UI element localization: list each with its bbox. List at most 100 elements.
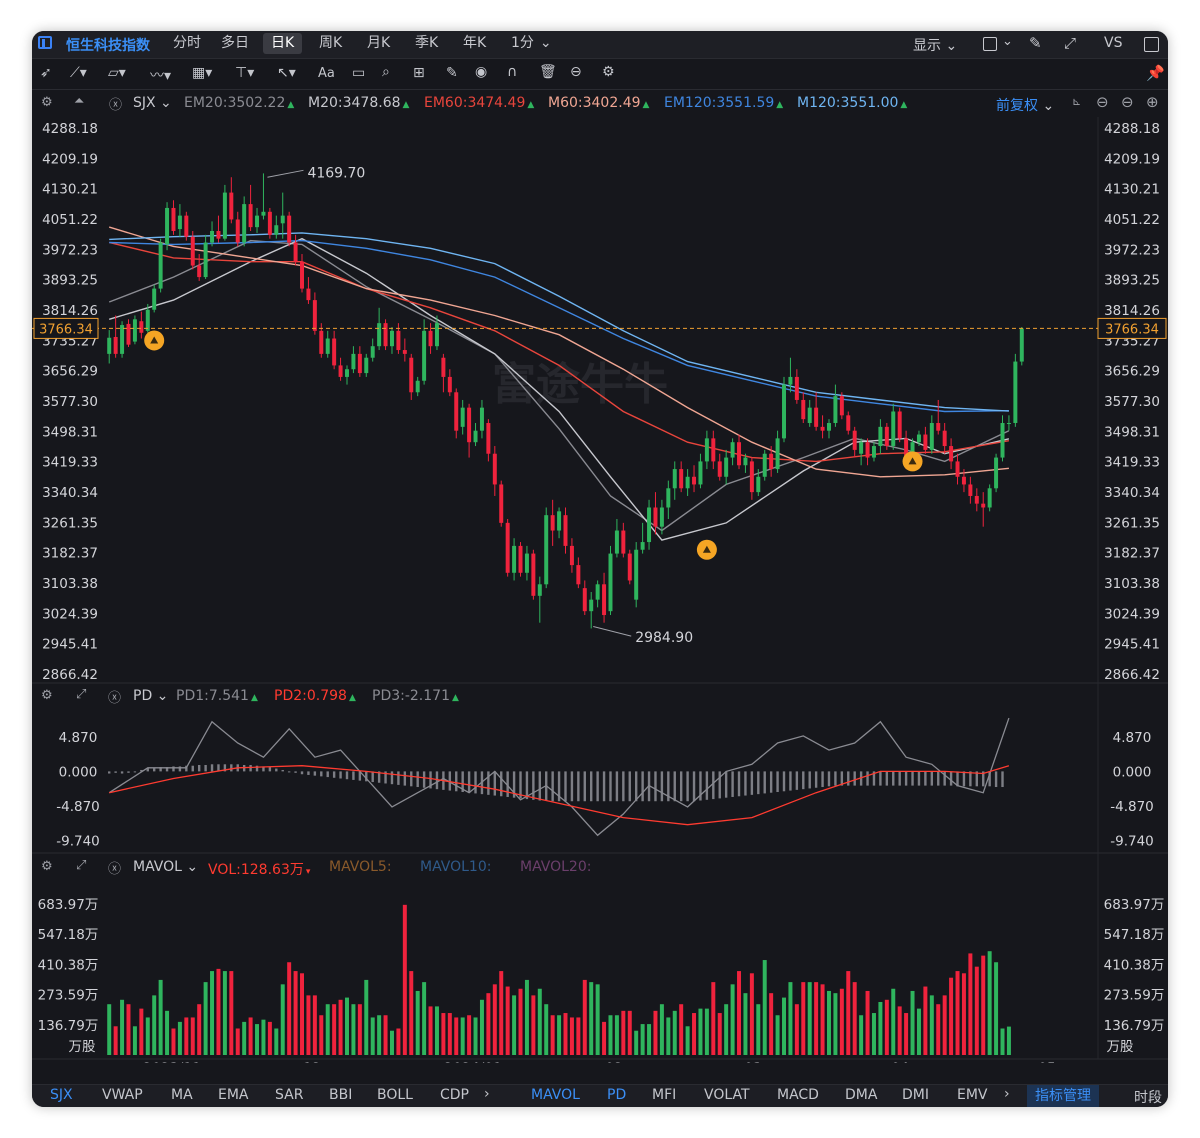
volume-bar xyxy=(749,973,754,1055)
candle-body xyxy=(242,204,247,243)
volume-bar xyxy=(306,995,311,1055)
volume-bar xyxy=(833,993,838,1055)
volume-bar xyxy=(557,1015,562,1055)
volume-bar xyxy=(132,1026,137,1055)
volume-bar xyxy=(775,1015,780,1055)
volume-bar xyxy=(852,982,857,1055)
volume-bar xyxy=(589,982,594,1055)
indicator-tab[interactable]: MFI xyxy=(652,1087,676,1103)
pd3-bar xyxy=(320,771,323,777)
pd3-bar xyxy=(827,771,831,787)
signal-marker[interactable] xyxy=(696,539,717,560)
candle-body xyxy=(769,453,774,470)
volume-bar xyxy=(698,1008,703,1055)
candle-body xyxy=(152,288,157,310)
volume-bar xyxy=(782,997,786,1055)
pd3-bar xyxy=(120,771,124,774)
indicator-tab[interactable]: PD xyxy=(607,1087,626,1103)
pd3-bar xyxy=(596,771,599,802)
candle-body xyxy=(524,553,529,573)
volume-bar xyxy=(460,1017,465,1055)
candle-body xyxy=(814,407,819,427)
chevron-right-icon[interactable]: › xyxy=(484,1086,490,1102)
indicator-tab[interactable]: VOLAT xyxy=(704,1087,750,1103)
volume-bar xyxy=(627,1010,632,1055)
candle-body xyxy=(454,392,459,431)
candle-body xyxy=(338,365,343,377)
low-label: 2984.90 xyxy=(635,630,693,646)
volume-bar xyxy=(492,984,497,1055)
indicator-tab[interactable]: EMV xyxy=(957,1087,988,1103)
pd-tick-left: 0.000 xyxy=(59,764,98,780)
pd3-bar xyxy=(904,771,908,786)
volume-bar xyxy=(479,999,484,1055)
pd3-bar xyxy=(724,771,728,798)
candle-body xyxy=(891,411,896,447)
candle-body xyxy=(1006,423,1011,425)
candle-body xyxy=(139,321,144,333)
indicator-tab[interactable]: DMA xyxy=(845,1087,877,1103)
price-tick-left: 4288.18 xyxy=(42,121,98,137)
volume-bar xyxy=(126,1004,131,1055)
candle-body xyxy=(351,353,356,370)
candle-body xyxy=(518,545,523,573)
kline-chart[interactable]: 富途牛牛 4288.18 4288.18 4209.19 4209.19 4130.21 4… xyxy=(32,31,1168,1063)
vol-tick-right: 136.79万 xyxy=(1104,1018,1165,1034)
indicator-tab[interactable]: EMA xyxy=(218,1087,249,1103)
pd3-bar xyxy=(525,771,529,800)
pd3-bar xyxy=(814,771,818,788)
volume-bar xyxy=(280,984,285,1055)
indicator-tab[interactable]: MACD xyxy=(777,1087,819,1103)
indicator-tab[interactable]: MA xyxy=(171,1087,193,1103)
price-tick-right: 4051.22 xyxy=(1104,212,1160,228)
volume-bar xyxy=(222,971,227,1055)
chevron-right-icon[interactable]: › xyxy=(1004,1086,1010,1102)
volume-bar xyxy=(685,1026,690,1055)
pd-tick-right: -9.740 xyxy=(1110,834,1154,850)
indicator-tab[interactable]: BBI xyxy=(329,1087,352,1103)
volume-bar xyxy=(955,971,960,1055)
volume-bar xyxy=(447,1013,452,1055)
volume-bar xyxy=(788,982,793,1055)
candle-body xyxy=(833,396,838,424)
indicator-tab[interactable]: VWAP xyxy=(102,1087,143,1103)
signal-marker[interactable] xyxy=(144,330,165,351)
price-tick-left: 2945.41 xyxy=(42,637,98,653)
pd3-bar xyxy=(300,771,304,775)
high-label: 4169.70 xyxy=(307,165,365,181)
vol-tick-right: 683.97万 xyxy=(1104,897,1165,913)
price-tick-right: 3103.38 xyxy=(1104,576,1160,592)
signal-marker[interactable] xyxy=(902,451,923,472)
candle-body xyxy=(165,207,170,245)
volume-bar xyxy=(582,979,587,1055)
indicator-tab[interactable]: MAVOL xyxy=(531,1087,580,1103)
indicator-tab[interactable]: CDP xyxy=(440,1087,469,1103)
indicator-tab[interactable]: SJX xyxy=(50,1087,73,1103)
pd3-bar xyxy=(969,771,972,787)
candle-body xyxy=(955,461,960,477)
price-tick-right: 3656.29 xyxy=(1104,364,1160,380)
pd3-bar xyxy=(673,771,676,802)
candle-body xyxy=(402,350,407,354)
candle-body xyxy=(184,215,189,237)
pd3-bar xyxy=(654,771,657,802)
pd3-bar xyxy=(551,771,554,802)
candle-body xyxy=(762,453,767,477)
volume-bar xyxy=(389,1030,394,1055)
candle-body xyxy=(499,484,504,523)
indicator-tab[interactable]: BOLL xyxy=(377,1087,413,1103)
pd3-bar xyxy=(1001,771,1004,788)
low-leader xyxy=(593,626,632,637)
volume-bar xyxy=(357,1004,362,1055)
volume-bar xyxy=(235,1028,240,1055)
indicator-tab[interactable]: DMI xyxy=(902,1087,929,1103)
pd3-bar xyxy=(281,769,284,772)
indicator-tab[interactable]: SAR xyxy=(275,1087,303,1103)
session-button[interactable]: 时段 xyxy=(1134,1087,1162,1107)
price-tick-right: 3340.34 xyxy=(1104,485,1160,501)
volume-bar xyxy=(981,955,986,1055)
indicator-manage-button[interactable]: 指标管理 xyxy=(1027,1085,1099,1107)
candle-body xyxy=(788,376,793,385)
pd3-bar xyxy=(114,771,117,773)
candle-body xyxy=(505,522,510,573)
